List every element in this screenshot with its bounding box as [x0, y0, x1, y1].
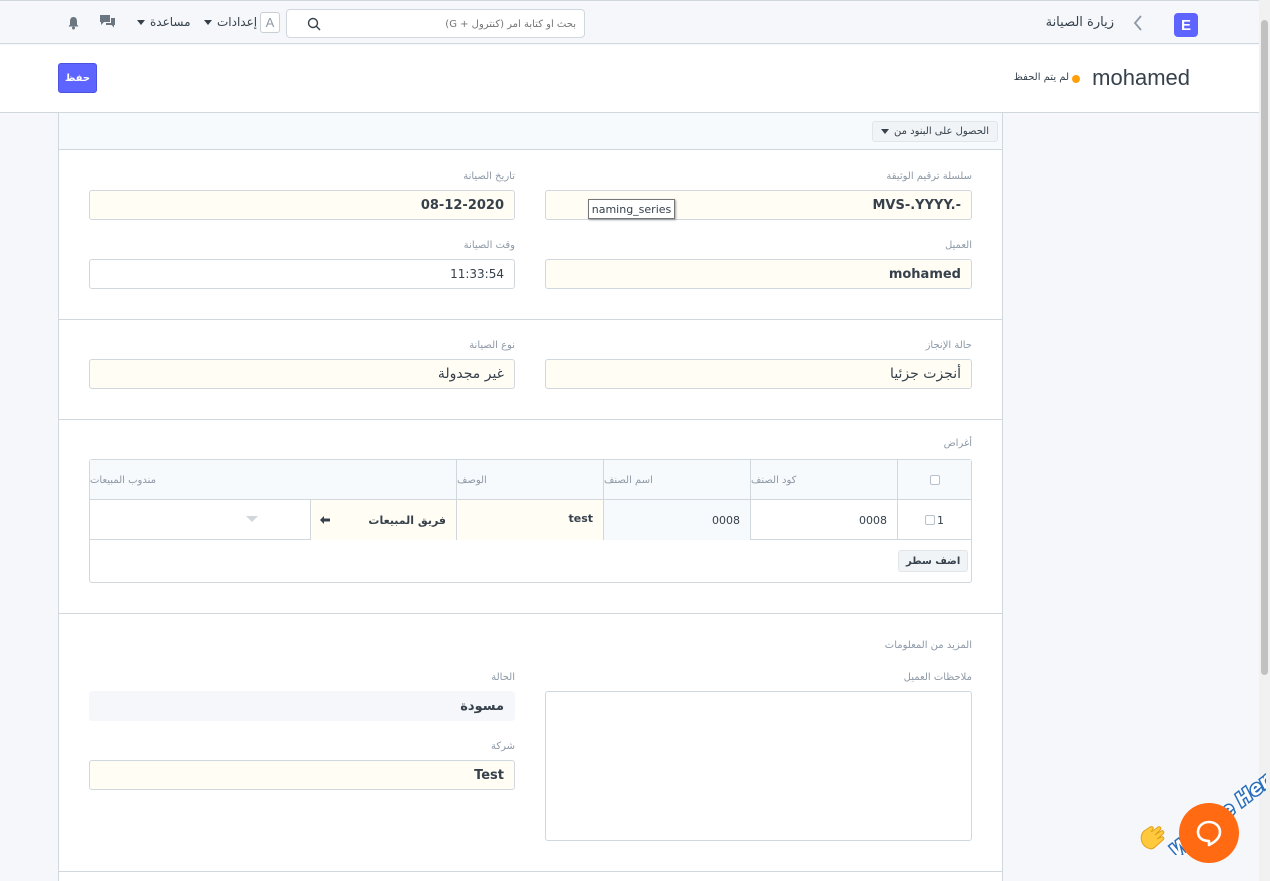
row-checkbox[interactable] — [925, 515, 935, 525]
add-row-button[interactable]: اضف سطر — [898, 550, 969, 572]
maintenance-date-label: تاريخ الصيانة — [463, 171, 515, 182]
chat-icon[interactable] — [99, 14, 116, 29]
section-divider — [59, 419, 1002, 420]
row-index: 1 — [937, 513, 944, 527]
customer-notes-textarea[interactable] — [545, 691, 972, 841]
completion-status-label: حالة الإنجاز — [925, 340, 972, 351]
column-header: الوصف — [456, 460, 603, 500]
help-menu[interactable]: مساعدة — [137, 15, 191, 29]
section-divider — [59, 319, 1002, 320]
page-head: حفظ لم يتم الحفظ mohamed — [0, 45, 1259, 113]
search-input[interactable] — [327, 15, 576, 33]
select-all-checkbox[interactable] — [929, 475, 940, 485]
item-code-cell[interactable]: 0008 — [750, 500, 897, 540]
maintenance-type-label: نوع الصيانة — [469, 340, 515, 351]
purposes-table: كود الصنف اسم الصنف الوصف مندوب المبيعات… — [89, 459, 972, 583]
section-divider — [59, 613, 1002, 614]
description-cell[interactable]: test — [456, 500, 603, 540]
completion-status-select[interactable]: أنجزت جزئيا — [545, 359, 972, 389]
company-field[interactable]: Test — [89, 760, 515, 790]
chat-launcher-button[interactable] — [1179, 803, 1239, 863]
sales-person-value: فريق المبيعات — [368, 513, 446, 527]
chevron-down-icon — [137, 19, 145, 25]
section-divider — [59, 871, 1002, 872]
get-items-button[interactable]: الحصول على البنود من — [872, 121, 998, 142]
select-all-cell[interactable] — [897, 460, 971, 500]
scrollbar-thumb[interactable] — [1261, 20, 1268, 675]
settings-menu[interactable]: إعدادات — [204, 15, 257, 29]
breadcrumb[interactable]: زيارة الصيانة — [1046, 15, 1114, 30]
form-toolbar: الحصول على البنود من — [59, 113, 1002, 150]
maintenance-date-field[interactable]: 08-12-2020 — [89, 190, 515, 220]
customer-label: العميل — [944, 240, 972, 251]
column-header: كود الصنف — [750, 460, 897, 500]
unsaved-dot — [1072, 75, 1080, 83]
tooltip: naming_series — [588, 199, 675, 219]
section-heading: المزيد من المعلومات — [884, 640, 972, 651]
unsaved-indicator-text: لم يتم الحفظ — [1013, 72, 1069, 83]
search-bar[interactable] — [286, 9, 585, 38]
item-name-cell[interactable]: 0008 — [603, 500, 750, 540]
row-index-cell[interactable]: 1 — [897, 500, 971, 540]
arrow-left-icon[interactable] — [319, 515, 331, 525]
chevron-down-icon — [204, 19, 212, 25]
chevron-left-icon[interactable] — [1131, 13, 1145, 33]
waving-hand-icon — [1140, 826, 1165, 850]
bell-icon[interactable] — [67, 15, 80, 30]
maintenance-time-label: وقت الصيانة — [463, 240, 515, 251]
table-header: كود الصنف اسم الصنف الوصف مندوب المبيعات — [90, 460, 971, 500]
row-edit-cell[interactable] — [90, 500, 310, 540]
company-label: شركة — [490, 741, 515, 752]
column-header: مندوب المبيعات — [90, 474, 156, 486]
status-label: الحالة — [491, 672, 515, 683]
status-field: مسودة — [89, 691, 515, 721]
search-icon — [307, 17, 321, 31]
maintenance-time-field[interactable]: 11:33:54 — [89, 259, 515, 289]
purposes-label: أغراض — [943, 438, 972, 449]
app-logo[interactable]: E — [1174, 13, 1198, 37]
avatar[interactable]: A — [260, 12, 280, 33]
scrollbar[interactable] — [1259, 0, 1270, 881]
page-title: mohamed — [1092, 65, 1190, 90]
maintenance-type-select[interactable]: غير مجدولة — [89, 359, 515, 389]
settings-label: إعدادات — [217, 15, 258, 29]
chevron-down-icon[interactable] — [246, 516, 258, 524]
help-label: مساعدة — [150, 15, 191, 29]
save-button[interactable]: حفظ — [58, 63, 97, 93]
chat-bubble-icon — [1196, 820, 1222, 847]
sales-person-cell[interactable]: فريق المبيعات — [310, 500, 456, 540]
customer-notes-label: ملاحظات العميل — [903, 672, 972, 683]
get-items-label: الحصول على البنود من — [894, 126, 989, 137]
chevron-down-icon — [881, 129, 889, 134]
customer-field[interactable]: mohamed — [545, 259, 972, 289]
navbar: مساعدة إعدادات A زيارة الصيانة E — [0, 0, 1259, 44]
table-row[interactable]: 1 0008 0008 test فريق المبيعات — [90, 500, 971, 540]
column-header: اسم الصنف — [603, 460, 750, 500]
naming-series-label: سلسلة ترقيم الوثيقة — [886, 171, 972, 182]
